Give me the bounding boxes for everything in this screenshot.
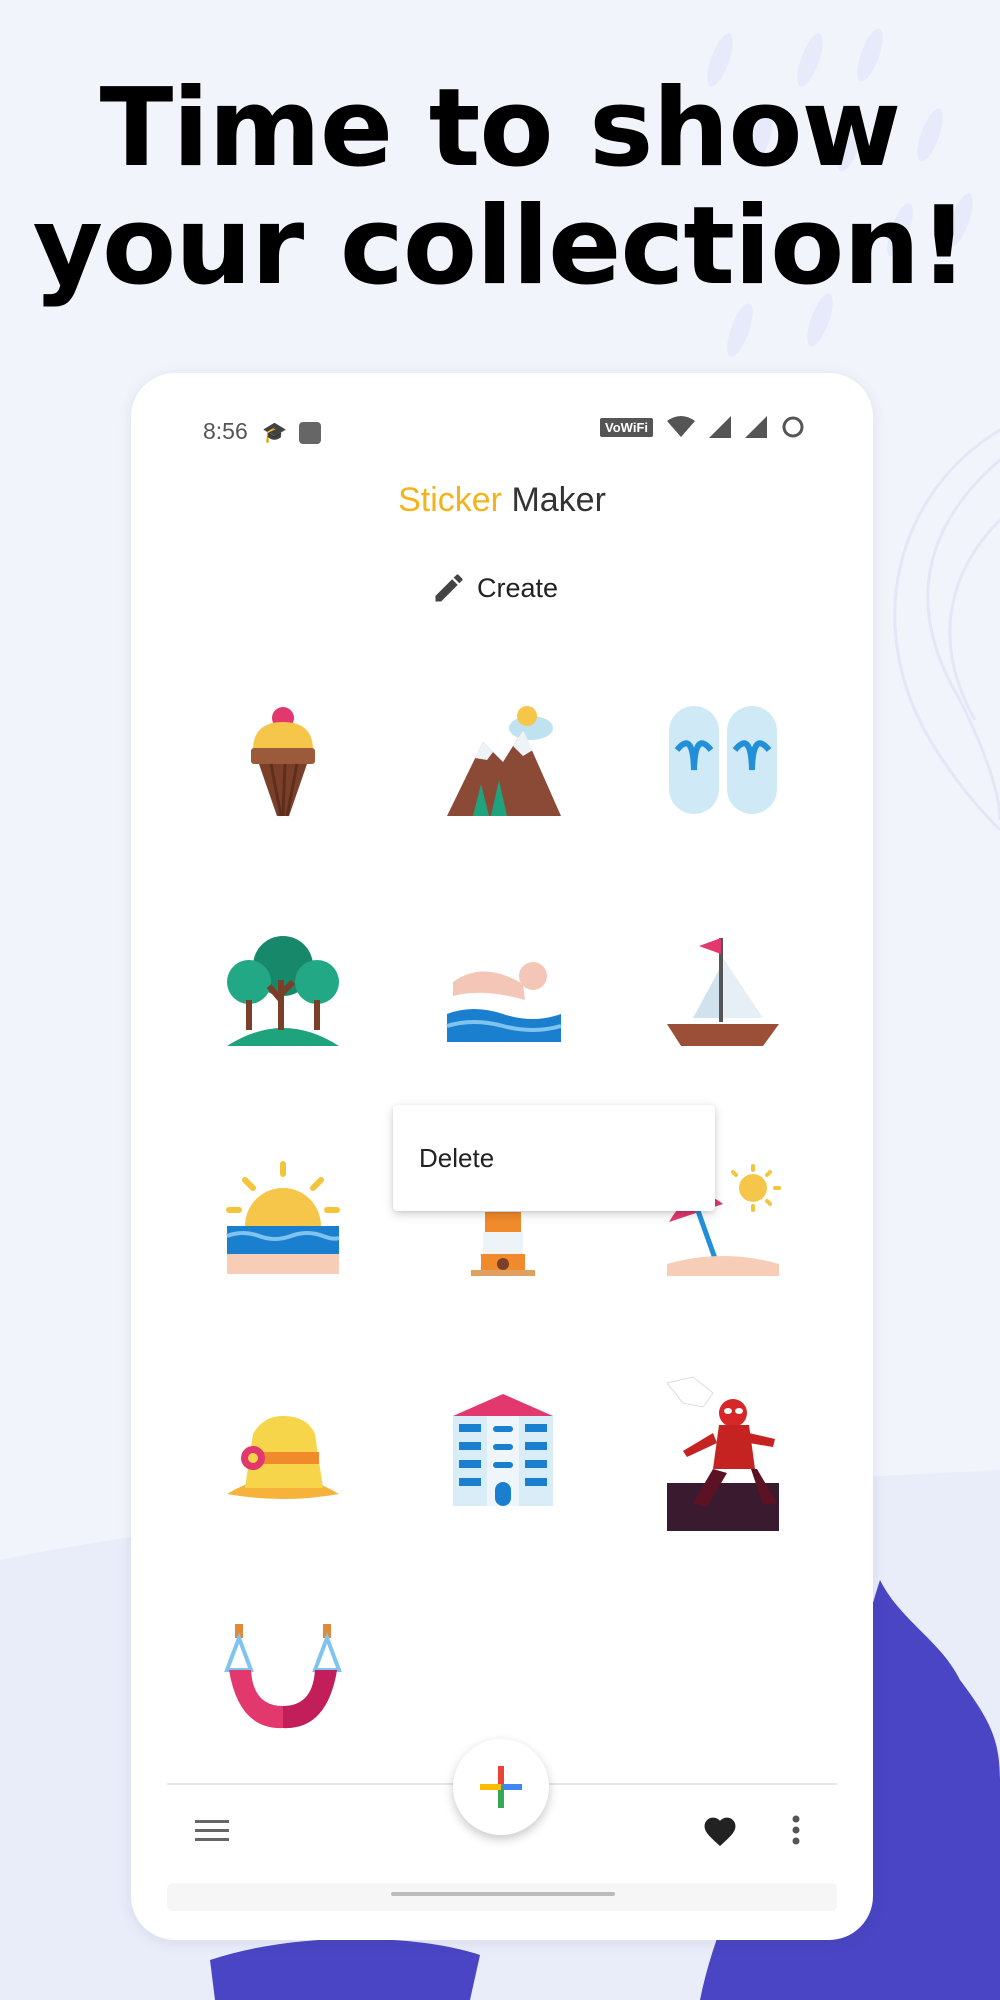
signal-icon xyxy=(709,416,731,438)
sticker-spider-hero[interactable] xyxy=(663,1373,783,1533)
status-time: 8:56 xyxy=(203,418,248,444)
camera-notification-icon xyxy=(299,421,322,444)
signal-icon-2 xyxy=(745,416,767,438)
wifi-icon xyxy=(667,416,695,437)
system-nav-bar xyxy=(167,1883,837,1911)
app-title-part-2: Maker xyxy=(511,481,606,519)
school-icon: 🎓 xyxy=(262,422,288,444)
sticker-ice-cream[interactable] xyxy=(223,700,343,820)
add-sticker-fab[interactable] xyxy=(453,1739,549,1835)
home-gesture-handle[interactable] xyxy=(391,1892,615,1896)
headline-line-2: your collection! xyxy=(32,184,969,309)
sticker-sailboat[interactable] xyxy=(663,930,783,1050)
battery-icon xyxy=(782,416,804,438)
status-bar: 8:56 🎓 xyxy=(203,418,322,445)
delete-menu-item[interactable]: Delete xyxy=(419,1143,494,1174)
app-title-part-1: Sticker xyxy=(398,481,502,519)
hamburger-menu-icon[interactable] xyxy=(195,1818,229,1844)
pencil-icon xyxy=(435,574,463,602)
sticker-swimmer[interactable] xyxy=(443,930,563,1050)
create-button[interactable]: Create xyxy=(431,570,558,606)
sticker-trees[interactable] xyxy=(223,930,343,1050)
sticker-hammock[interactable] xyxy=(223,1620,343,1740)
context-menu: Delete xyxy=(393,1105,715,1211)
headline-line-1: Time to show xyxy=(99,66,902,191)
more-vert-icon[interactable] xyxy=(791,1815,801,1845)
heart-icon[interactable] xyxy=(701,1813,739,1847)
app-title: Sticker Maker xyxy=(131,481,873,520)
plus-icon xyxy=(480,1766,522,1808)
sticker-building[interactable] xyxy=(443,1390,563,1510)
sticker-sun-hat[interactable] xyxy=(223,1390,343,1510)
sticker-sunset-sea[interactable] xyxy=(223,1160,343,1280)
sticker-flip-flops[interactable] xyxy=(663,700,783,820)
phone-screen: 8:56 🎓 VoWiFi Sticker Maker Create Delet… xyxy=(131,373,873,1940)
sticker-mountains[interactable] xyxy=(443,700,563,820)
vowifi-badge: VoWiFi xyxy=(600,417,653,437)
headline: Time to show your collection! xyxy=(0,70,1000,306)
status-icons: VoWiFi xyxy=(600,415,805,439)
create-label: Create xyxy=(477,572,559,603)
